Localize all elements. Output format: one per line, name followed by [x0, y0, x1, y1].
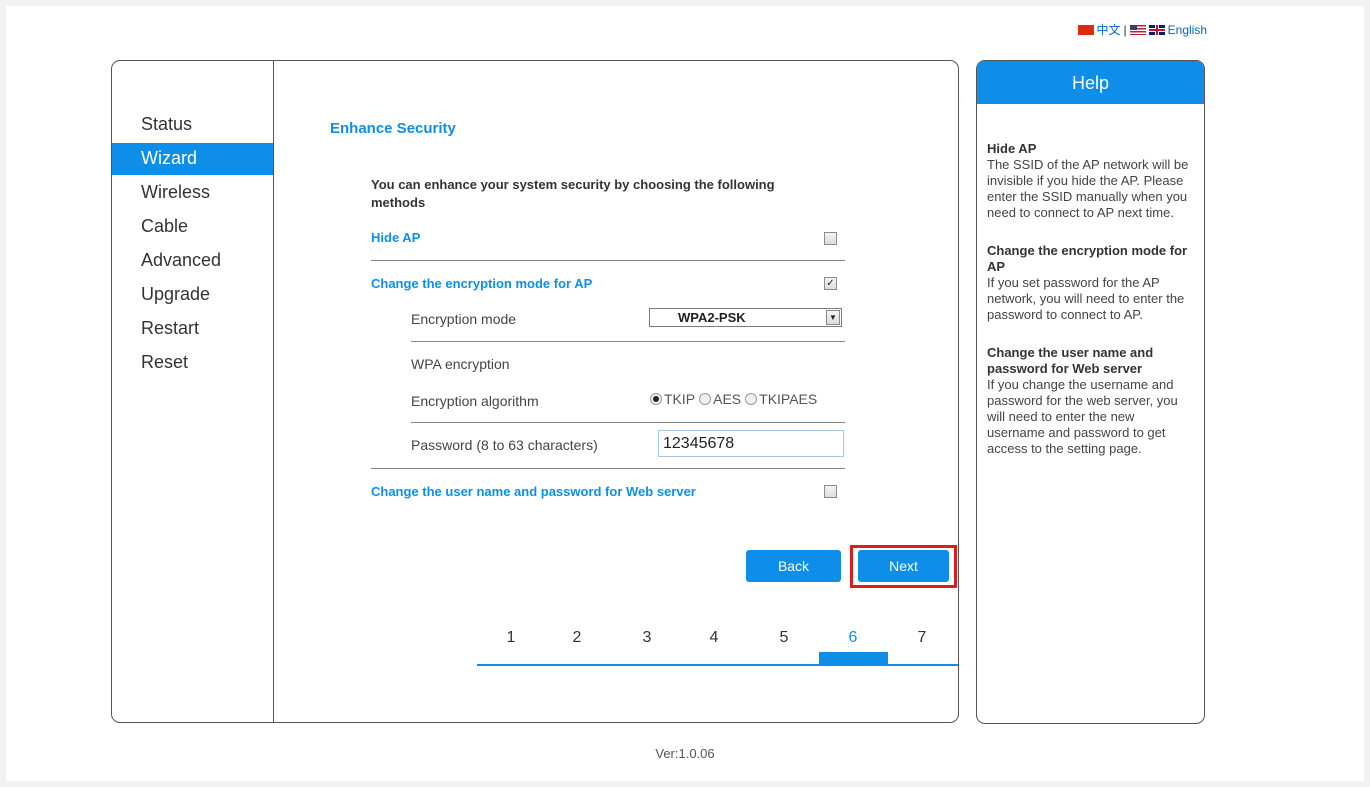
sidebar-item-restart[interactable]: Restart [112, 316, 273, 350]
encryption-mode-option-label: Change the encryption mode for AP [371, 276, 593, 291]
step-2: 2 [572, 629, 582, 646]
radio-tkip-label: TKIP [664, 391, 696, 407]
china-flag-icon[interactable] [1077, 24, 1094, 35]
sidebar-item-advanced[interactable]: Advanced [112, 248, 273, 282]
chevron-down-icon[interactable]: ▼ [826, 310, 840, 325]
step-4: 4 [709, 629, 719, 646]
radio-tkip[interactable] [650, 393, 662, 405]
divider [371, 260, 845, 261]
divider [411, 422, 845, 423]
encryption-mode-select[interactable]: WPA2-PSK ▼ [649, 308, 842, 327]
help-section: Hide AP The SSID of the AP network will … [987, 141, 1192, 221]
step-progress-line [477, 664, 958, 666]
wpa-encryption-label: WPA encryption [411, 356, 510, 372]
uk-flag-icon[interactable] [1148, 24, 1165, 35]
next-button[interactable]: Next [858, 550, 949, 582]
language-separator: | [1123, 22, 1127, 37]
help-section-title: Hide AP [987, 141, 1037, 156]
us-flag-icon[interactable] [1129, 24, 1146, 35]
language-bar: 中文 | English [1077, 21, 1207, 38]
help-section-text: If you change the username and password … [987, 377, 1178, 456]
divider [411, 341, 845, 342]
help-section: Change the user name and password for We… [987, 345, 1192, 457]
sidebar-item-wireless[interactable]: Wireless [112, 180, 273, 214]
hide-ap-checkbox[interactable] [824, 232, 837, 245]
sidebar-item-upgrade[interactable]: Upgrade [112, 282, 273, 316]
language-chinese-link[interactable]: 中文 [1097, 21, 1121, 38]
web-server-checkbox[interactable] [824, 485, 837, 498]
hide-ap-label: Hide AP [371, 230, 421, 245]
web-server-option-label: Change the user name and password for We… [371, 484, 696, 499]
help-section-title: Change the encryption mode for AP [987, 243, 1188, 274]
current-step-marker [819, 652, 888, 664]
sidebar-item-status[interactable]: Status [112, 112, 273, 146]
sidebar-item-cable[interactable]: Cable [112, 214, 273, 248]
help-section: Change the encryption mode for AP If you… [987, 243, 1192, 323]
step-3: 3 [642, 629, 652, 646]
encryption-algorithm-radio-group: TKIP AES TKIPAES [650, 391, 821, 407]
step-6-current: 6 [848, 629, 858, 646]
wizard-content: Enhance Security You can enhance your sy… [274, 61, 958, 722]
step-7: 7 [917, 629, 927, 646]
radio-aes-label: AES [713, 391, 742, 407]
password-input[interactable] [658, 430, 844, 457]
help-panel: Help Hide AP The SSID of the AP network … [976, 60, 1205, 724]
help-header: Help [977, 61, 1204, 104]
sidebar-item-reset[interactable]: Reset [112, 350, 273, 384]
back-button[interactable]: Back [746, 550, 841, 582]
encryption-algorithm-label: Encryption algorithm [411, 393, 539, 409]
intro-text: You can enhance your system security by … [371, 177, 775, 210]
language-english-link[interactable]: English [1168, 23, 1207, 37]
sidebar-item-wizard[interactable]: Wizard [112, 143, 273, 175]
help-section-title: Change the user name and password for We… [987, 345, 1154, 376]
encryption-mode-value: WPA2-PSK [678, 310, 746, 325]
help-body: Hide AP The SSID of the AP network will … [977, 104, 1204, 457]
encryption-mode-label: Encryption mode [411, 311, 517, 327]
help-section-text: If you set password for the AP network, … [987, 275, 1185, 322]
encryption-mode-checkbox[interactable]: ✓ [824, 277, 837, 290]
sidebar: Status Wizard Wireless Cable Advanced Up… [112, 61, 274, 722]
step-indicator: 1 2 3 4 5 6 7 [477, 626, 958, 666]
version-label: Ver:1.0.06 [655, 746, 715, 761]
help-section-text: The SSID of the AP network will be invis… [987, 157, 1189, 220]
page-title: Enhance Security [330, 120, 456, 137]
step-5: 5 [779, 629, 789, 646]
radio-tkipaes-label: TKIPAES [759, 391, 818, 407]
step-1: 1 [506, 629, 516, 646]
sidebar-nav: Status Wizard Wireless Cable Advanced Up… [112, 112, 273, 384]
divider [371, 468, 845, 469]
password-label: Password (8 to 63 characters) [411, 437, 598, 453]
radio-aes[interactable] [699, 393, 712, 405]
main-panel: Status Wizard Wireless Cable Advanced Up… [111, 60, 959, 723]
radio-tkipaes[interactable] [745, 393, 758, 405]
